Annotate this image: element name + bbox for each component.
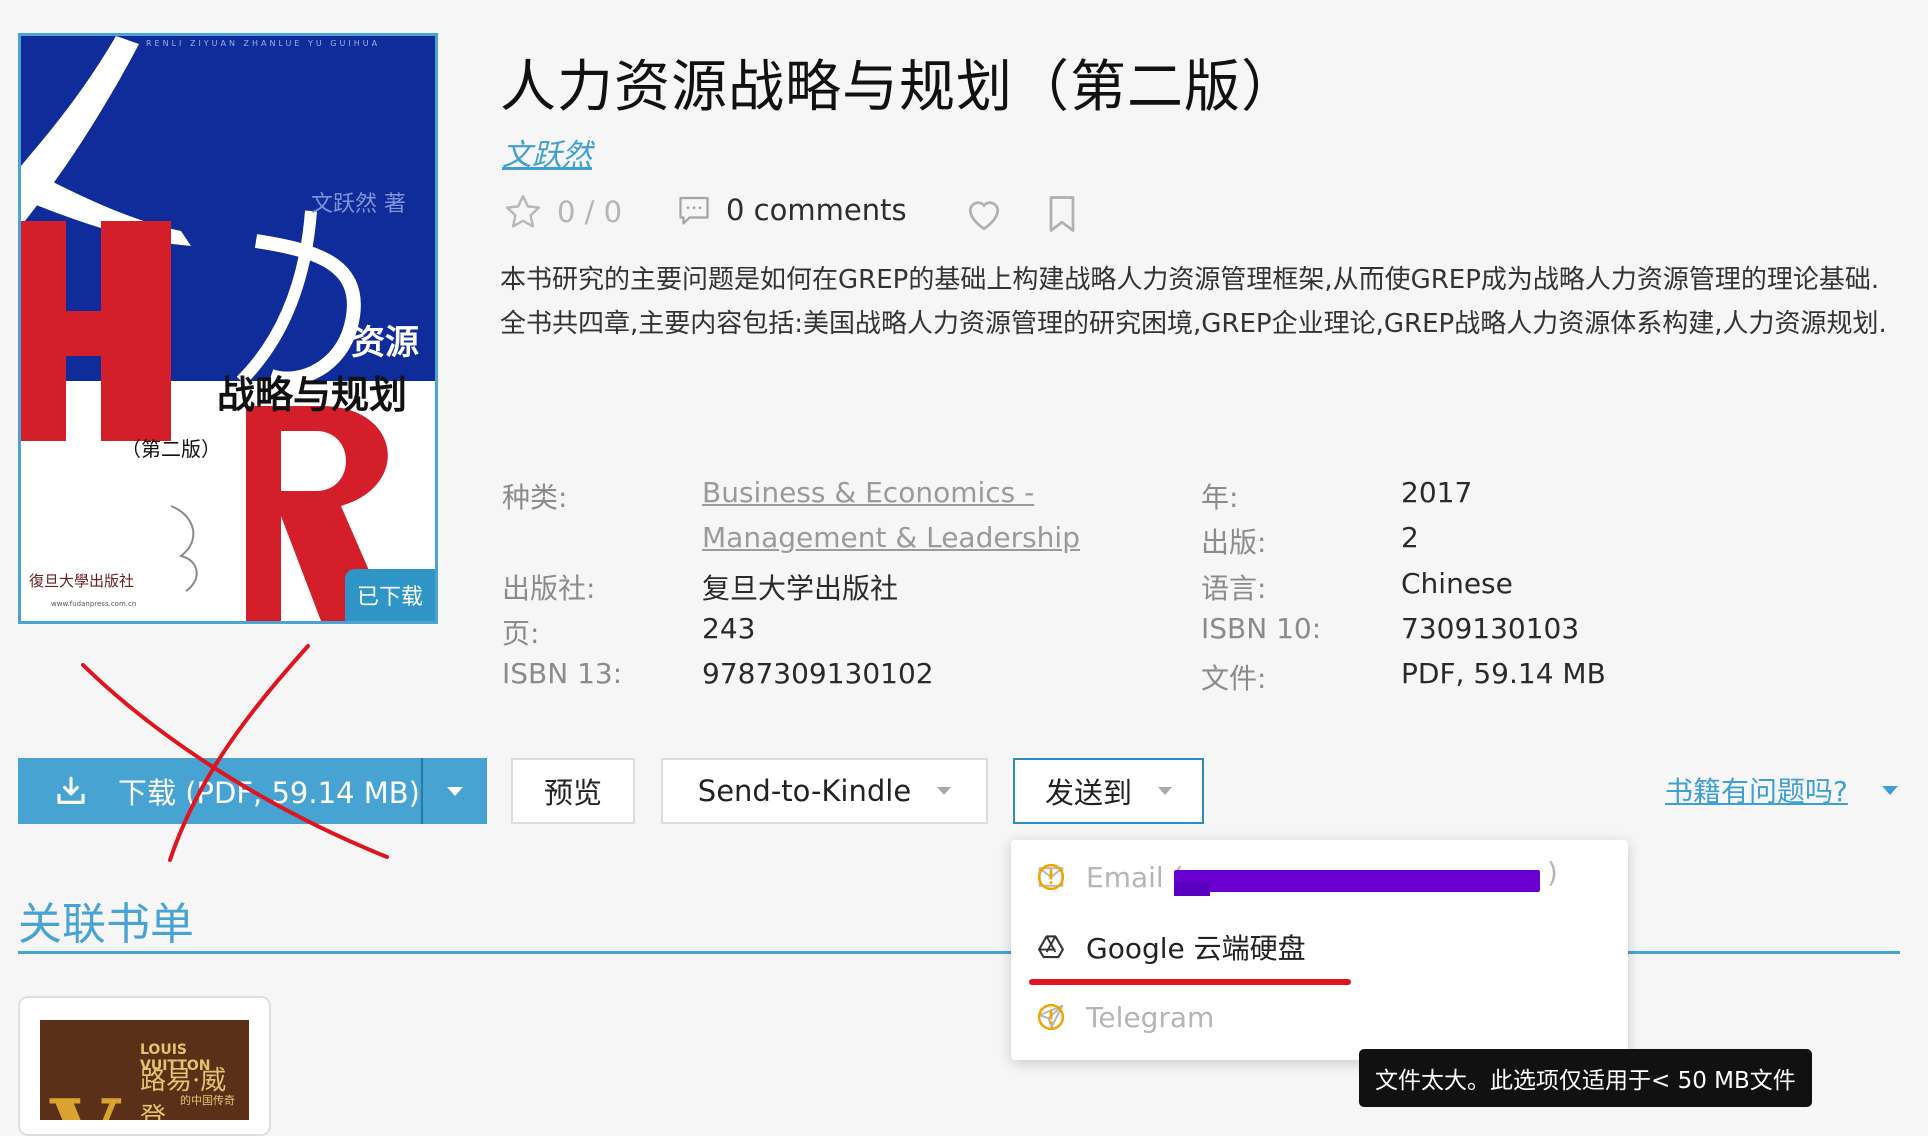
year-label: 年: (1201, 481, 1239, 514)
cover-publisher: 復旦大學出版社 (29, 572, 134, 590)
category-link[interactable]: Business & Economics - (702, 476, 1034, 509)
send-to-button[interactable]: 发送到 (1013, 758, 1204, 824)
download-label: 下载 (PDF, 59.14 MB) (118, 776, 420, 810)
heart-icon (968, 201, 1000, 231)
send-to-kindle-button[interactable]: Send-to-Kindle (661, 758, 988, 824)
related-book-cover[interactable]: V LOUIS VUITTON 路易·威登 的中国传奇 (40, 1020, 249, 1120)
language-label: 语言: (1201, 572, 1267, 605)
category-label: 种类: (502, 481, 568, 514)
comments[interactable]: 0 comments (676, 192, 907, 228)
book-cover[interactable]: RENLI ZIYUAN ZHANLUE YU GUIHUA 文跃然 著 资源 … (18, 33, 438, 624)
downloaded-badge: 已下载 (344, 569, 435, 621)
isbn10-value: 7309130103 (1401, 612, 1580, 645)
chevron-down-icon (1158, 787, 1172, 795)
isbn13-value: 9787309130102 (702, 657, 934, 690)
cover-publisher-url: www.fudanpress.com.cn (51, 600, 136, 608)
publisher-label: 出版社: (502, 572, 596, 605)
menu-email-close-paren: ) (1547, 856, 1558, 889)
file-value: PDF, 59.14 MB (1401, 657, 1606, 690)
menu-google-label: Google 云端硬盘 (1086, 932, 1306, 965)
caret-down-icon (447, 786, 463, 796)
related-cover-subtitle: 的中国传奇 (180, 1094, 235, 1107)
menu-item-telegram[interactable]: Telegram (1011, 982, 1628, 1052)
comment-icon (679, 196, 709, 225)
chevron-down-icon[interactable] (1882, 786, 1898, 795)
report-issue-link[interactable]: 书籍有问题吗? (1665, 770, 1848, 810)
book-title: 人力资源战略与规划（第二版） (500, 55, 1298, 120)
year-value: 2017 (1401, 476, 1473, 509)
redaction-mark-2 (1174, 882, 1210, 896)
category-link-2[interactable]: Management & Leadership (702, 521, 1080, 554)
book-description: 本书研究的主要问题是如何在GREP的基础上构建战略人力资源管理框架,从而使GRE… (500, 265, 1887, 339)
pages-label: 页: (502, 617, 540, 650)
comments-count: 0 comments (726, 193, 907, 227)
send-to-label: 发送到 (1044, 776, 1132, 810)
isbn13-label: ISBN 13: (502, 657, 623, 690)
favorite-button[interactable] (962, 192, 1020, 236)
redaction-mark (1174, 870, 1540, 892)
download-options-button[interactable] (421, 758, 487, 824)
bookmark-icon (1049, 196, 1075, 232)
preview-button[interactable]: 预览 (511, 758, 635, 824)
rating-value: 0 / 0 (557, 195, 623, 229)
annotation-underline (1029, 979, 1351, 985)
edition-label: 出版: (1201, 526, 1267, 559)
star-icon (505, 194, 541, 228)
cover-edition: （第二版） (121, 437, 221, 461)
cover-monogram: V (50, 1080, 120, 1120)
download-button[interactable]: 下载 (PDF, 59.14 MB) (18, 758, 421, 824)
menu-telegram-label: Telegram (1086, 1000, 1215, 1034)
edition-value: 2 (1401, 521, 1419, 554)
cover-series-line: RENLI ZIYUAN ZHANLUE YU GUIHUA (146, 39, 380, 48)
warning-icon (1037, 1003, 1065, 1031)
publisher-value: 复旦大学出版社 (702, 572, 899, 605)
download-icon (57, 776, 85, 804)
menu-item-google-drive[interactable]: Google 云端硬盘 (1011, 912, 1628, 982)
chevron-down-icon (937, 787, 952, 795)
rating[interactable]: 0 / 0 (503, 192, 622, 232)
related-heading: 关联书单 (18, 899, 194, 950)
author-link[interactable]: 文跃然 (502, 130, 592, 174)
menu-email-label: Email ( (1086, 860, 1184, 894)
pages-value: 243 (702, 612, 756, 645)
cover-title-part2: 战略与规划 (217, 372, 407, 417)
send-to-kindle-label: Send-to-Kindle (697, 774, 912, 808)
bookmark-button[interactable] (1040, 192, 1098, 236)
isbn10-label: ISBN 10: (1201, 612, 1322, 645)
cover-title-part1: 资源 (351, 323, 419, 363)
cover-author-line: 文跃然 著 (311, 192, 406, 217)
file-size-tooltip: 文件太大。此选项仅适用于< 50 MB文件 (1359, 1049, 1812, 1107)
google-drive-icon (1038, 935, 1064, 959)
send-to-menu: Email ( ) Google 云端硬盘 Telegram (1011, 840, 1628, 1060)
menu-item-email[interactable]: Email ( ) (1011, 842, 1628, 912)
language-value: Chinese (1401, 567, 1513, 600)
related-cover-title: 路易·威登 (140, 1066, 227, 1120)
file-label: 文件: (1201, 662, 1267, 695)
warning-icon (1037, 863, 1065, 891)
